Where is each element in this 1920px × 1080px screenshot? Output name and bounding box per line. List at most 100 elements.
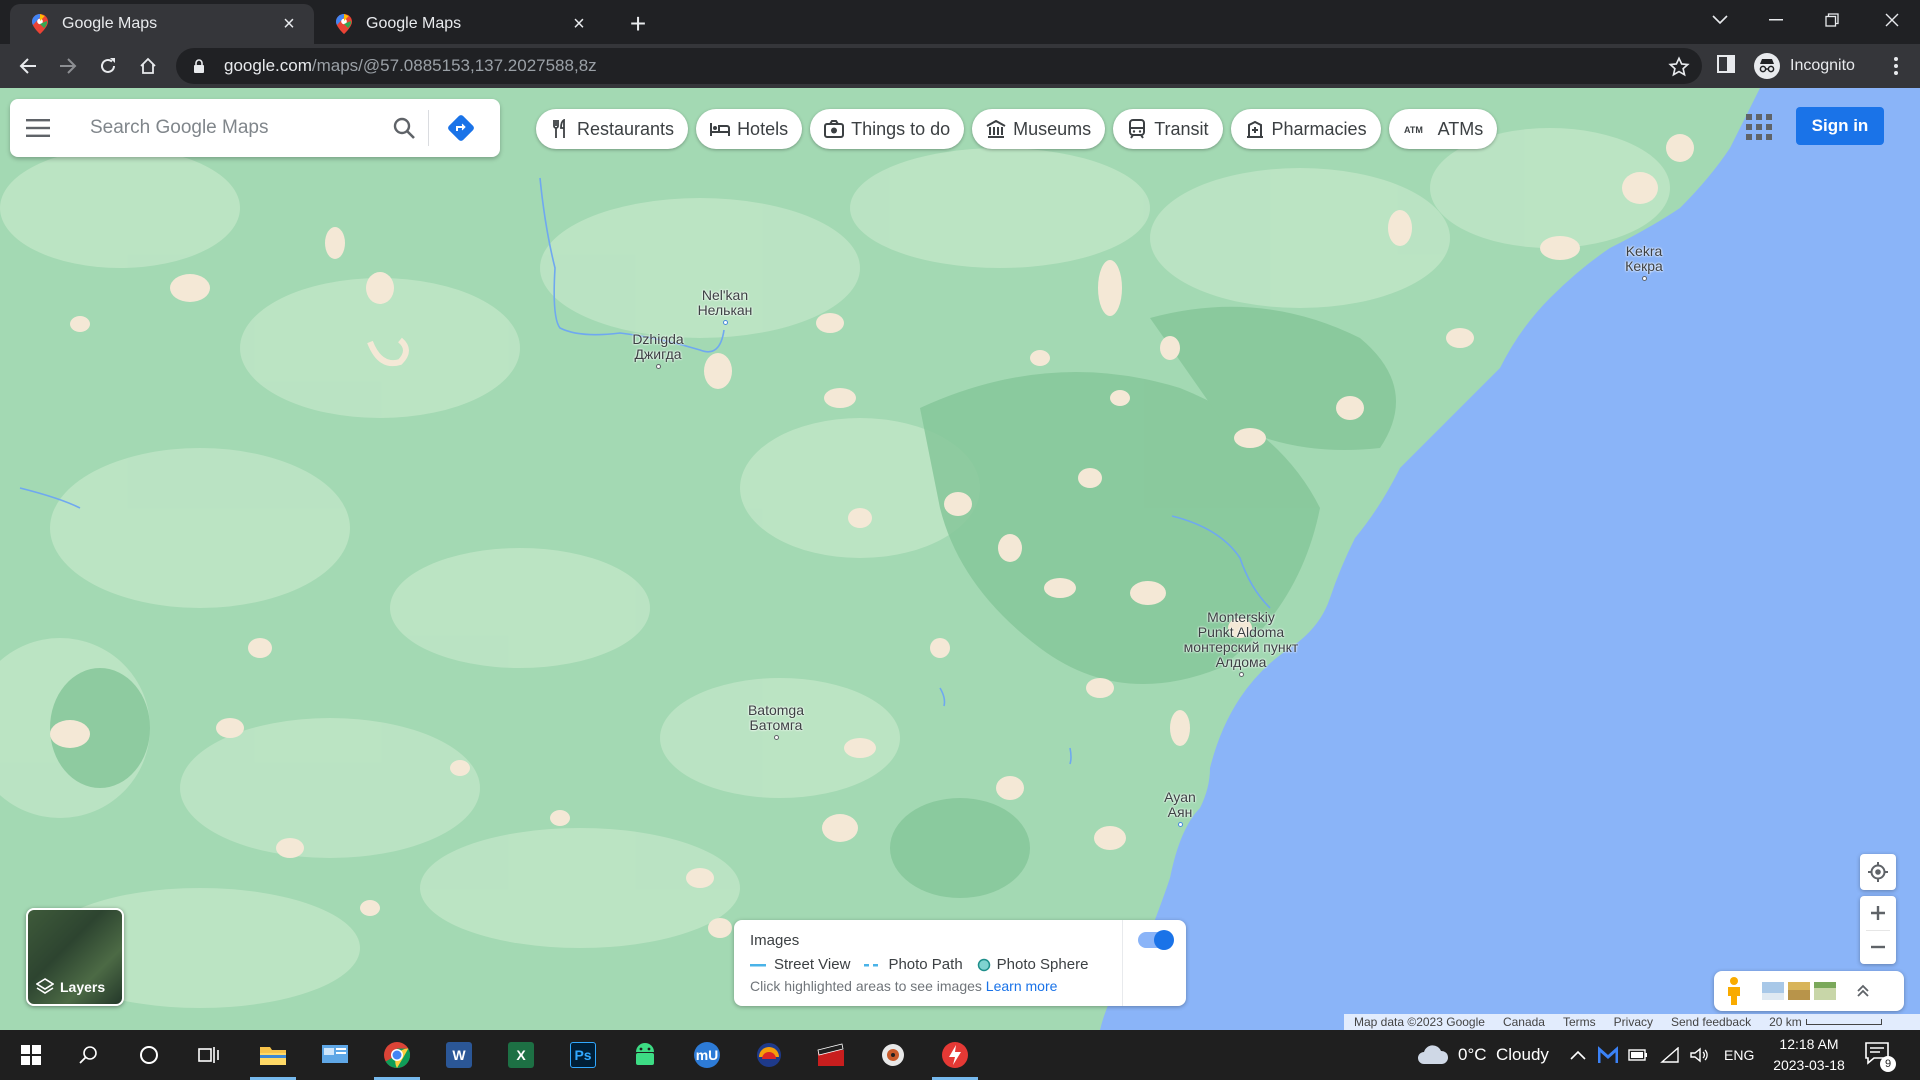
chip-label: ATMs [1437, 118, 1484, 139]
clock[interactable]: 12:18 AM 2023-03-18 [1766, 1034, 1852, 1076]
new-tab-button[interactable]: + [622, 8, 654, 40]
sign-in-button[interactable]: Sign in [1796, 107, 1884, 145]
place-label-ayan[interactable]: Ayan Аян [1155, 790, 1205, 827]
chip-transit[interactable]: Transit [1113, 109, 1223, 149]
place-marker [773, 735, 779, 740]
street-view-line-icon [750, 963, 766, 966]
taskbar-file-explorer[interactable] [246, 1030, 300, 1080]
taskbar-search-button[interactable] [62, 1030, 116, 1080]
search-icon[interactable] [380, 99, 428, 157]
scale-label: 20 km [1769, 1015, 1802, 1029]
hamburger-menu-icon[interactable] [10, 99, 66, 157]
taskbar-control-panel[interactable] [308, 1030, 362, 1080]
lightning-icon [942, 1042, 968, 1068]
tab-google-maps-2[interactable]: Google Maps × [314, 4, 604, 44]
imagery-thumbnail-2[interactable] [1788, 982, 1810, 1000]
privacy-link[interactable]: Privacy [1614, 1015, 1653, 1029]
place-label-monterskiy[interactable]: Monterskiy Punkt Aldoma монтерский пункт… [1180, 610, 1302, 677]
taskbar-excel[interactable]: X [494, 1030, 548, 1080]
task-view-button[interactable] [182, 1030, 236, 1080]
map-terrain [0, 88, 1920, 1030]
notification-center-button[interactable]: 9 [1864, 1040, 1896, 1072]
chip-label: Museums [1013, 118, 1092, 139]
address-bar[interactable]: google.com/maps/@57.0885153,137.2027588,… [176, 48, 1702, 84]
taskbar-mu-app[interactable]: mU [680, 1030, 734, 1080]
close-window-button[interactable] [1864, 0, 1920, 40]
reload-button[interactable] [92, 50, 124, 82]
place-label-batomga[interactable]: Batomga Батомга [736, 703, 816, 740]
battery-icon[interactable] [1628, 1049, 1648, 1061]
chip-museums[interactable]: Museums [972, 109, 1106, 149]
chevron-up-icon[interactable] [1856, 984, 1870, 998]
home-button[interactable] [132, 50, 164, 82]
system-tray-icons: ENG [1570, 1030, 1754, 1080]
zoom-out-button[interactable] [1860, 931, 1896, 964]
place-label-kekra[interactable]: Kekra Кекра [1614, 244, 1674, 281]
place-label-nelkan[interactable]: Nel'kan Нелькан [690, 288, 760, 325]
lock-icon[interactable] [190, 57, 208, 75]
learn-more-link[interactable]: Learn more [986, 978, 1058, 994]
taskbar-photoshop[interactable]: Ps [556, 1030, 610, 1080]
chip-restaurants[interactable]: Restaurants [536, 109, 689, 149]
terms-link[interactable]: Terms [1563, 1015, 1596, 1029]
chip-things-to-do[interactable]: Things to do [810, 109, 965, 149]
chip-atms[interactable]: ATM ATMs [1388, 109, 1498, 149]
mu-app-icon: mU [694, 1042, 720, 1068]
search-input[interactable] [90, 117, 380, 139]
chip-hotels[interactable]: Hotels [696, 109, 803, 149]
chip-pharmacies[interactable]: Pharmacies [1230, 109, 1381, 149]
android-robot-icon [636, 1043, 654, 1065]
language-indicator[interactable]: ENG [1724, 1047, 1754, 1063]
browser-menu-icon[interactable] [1884, 54, 1908, 78]
street-view-strip [1714, 971, 1904, 1011]
send-feedback-link[interactable]: Send feedback [1671, 1015, 1751, 1029]
start-button[interactable] [4, 1030, 58, 1080]
taskbar-vpn-app[interactable] [742, 1030, 796, 1080]
images-toggle[interactable] [1138, 930, 1174, 950]
map-data-credit: Map data ©2023 Google [1354, 1015, 1485, 1029]
taskbar-video-app[interactable] [804, 1030, 858, 1080]
taskbar-word[interactable]: W [432, 1030, 486, 1080]
clock-date: 2023-03-18 [1773, 1057, 1845, 1073]
minimize-button[interactable] [1748, 0, 1804, 40]
zoom-in-button[interactable] [1860, 897, 1896, 930]
back-button[interactable] [12, 50, 44, 82]
tab-close-icon[interactable]: × [568, 13, 590, 35]
layers-button[interactable]: Layers [26, 908, 124, 1006]
tab-google-maps-1[interactable]: Google Maps × [10, 4, 314, 44]
tab-search-chevron-icon[interactable] [1692, 0, 1748, 40]
taskbar-android-app[interactable] [618, 1030, 672, 1080]
tab-close-icon[interactable]: × [278, 13, 300, 35]
map-attribution-bar: Map data ©2023 Google Canada Terms Priva… [1344, 1014, 1920, 1030]
incognito-profile-button[interactable]: Incognito [1754, 50, 1855, 82]
my-location-button[interactable] [1860, 854, 1896, 890]
taskbar-chrome[interactable] [370, 1030, 424, 1080]
malwarebytes-icon[interactable] [1598, 1046, 1618, 1064]
weather-widget[interactable]: 0°C Cloudy [1416, 1030, 1549, 1080]
side-panel-icon[interactable] [1716, 54, 1740, 78]
taskbar-flash-app[interactable] [928, 1030, 982, 1080]
show-hidden-icons-chevron-icon[interactable] [1570, 1050, 1586, 1060]
place-marker [655, 364, 661, 369]
imagery-thumbnail-3[interactable] [1814, 982, 1836, 1000]
pegman-icon[interactable] [1722, 976, 1746, 1006]
place-label-dzhigda[interactable]: Dzhigda Джигда [620, 332, 696, 369]
bookmark-star-icon[interactable] [1668, 56, 1690, 78]
category-chips: Restaurants Hotels Things to do Museums … [536, 109, 1498, 149]
cortana-button[interactable] [122, 1030, 176, 1080]
imagery-thumbnail-1[interactable] [1762, 982, 1784, 1000]
forward-button[interactable] [52, 50, 84, 82]
google-apps-icon[interactable] [1746, 114, 1772, 140]
images-hint: Click highlighted areas to see images Le… [750, 978, 1057, 994]
wifi-icon[interactable] [1660, 1047, 1680, 1063]
volume-icon[interactable] [1690, 1047, 1710, 1063]
scale-bar[interactable]: 20 km [1769, 1015, 1890, 1029]
control-panel-icon [322, 1045, 348, 1063]
taskbar-media-app[interactable] [866, 1030, 920, 1080]
directions-icon[interactable] [429, 99, 493, 157]
map-canvas[interactable]: Restaurants Hotels Things to do Museums … [0, 88, 1920, 1030]
tab-strip: Google Maps × Google Maps × + [0, 0, 1920, 44]
country-link[interactable]: Canada [1503, 1015, 1545, 1029]
restore-button[interactable] [1804, 0, 1860, 40]
word-icon: W [446, 1042, 472, 1068]
